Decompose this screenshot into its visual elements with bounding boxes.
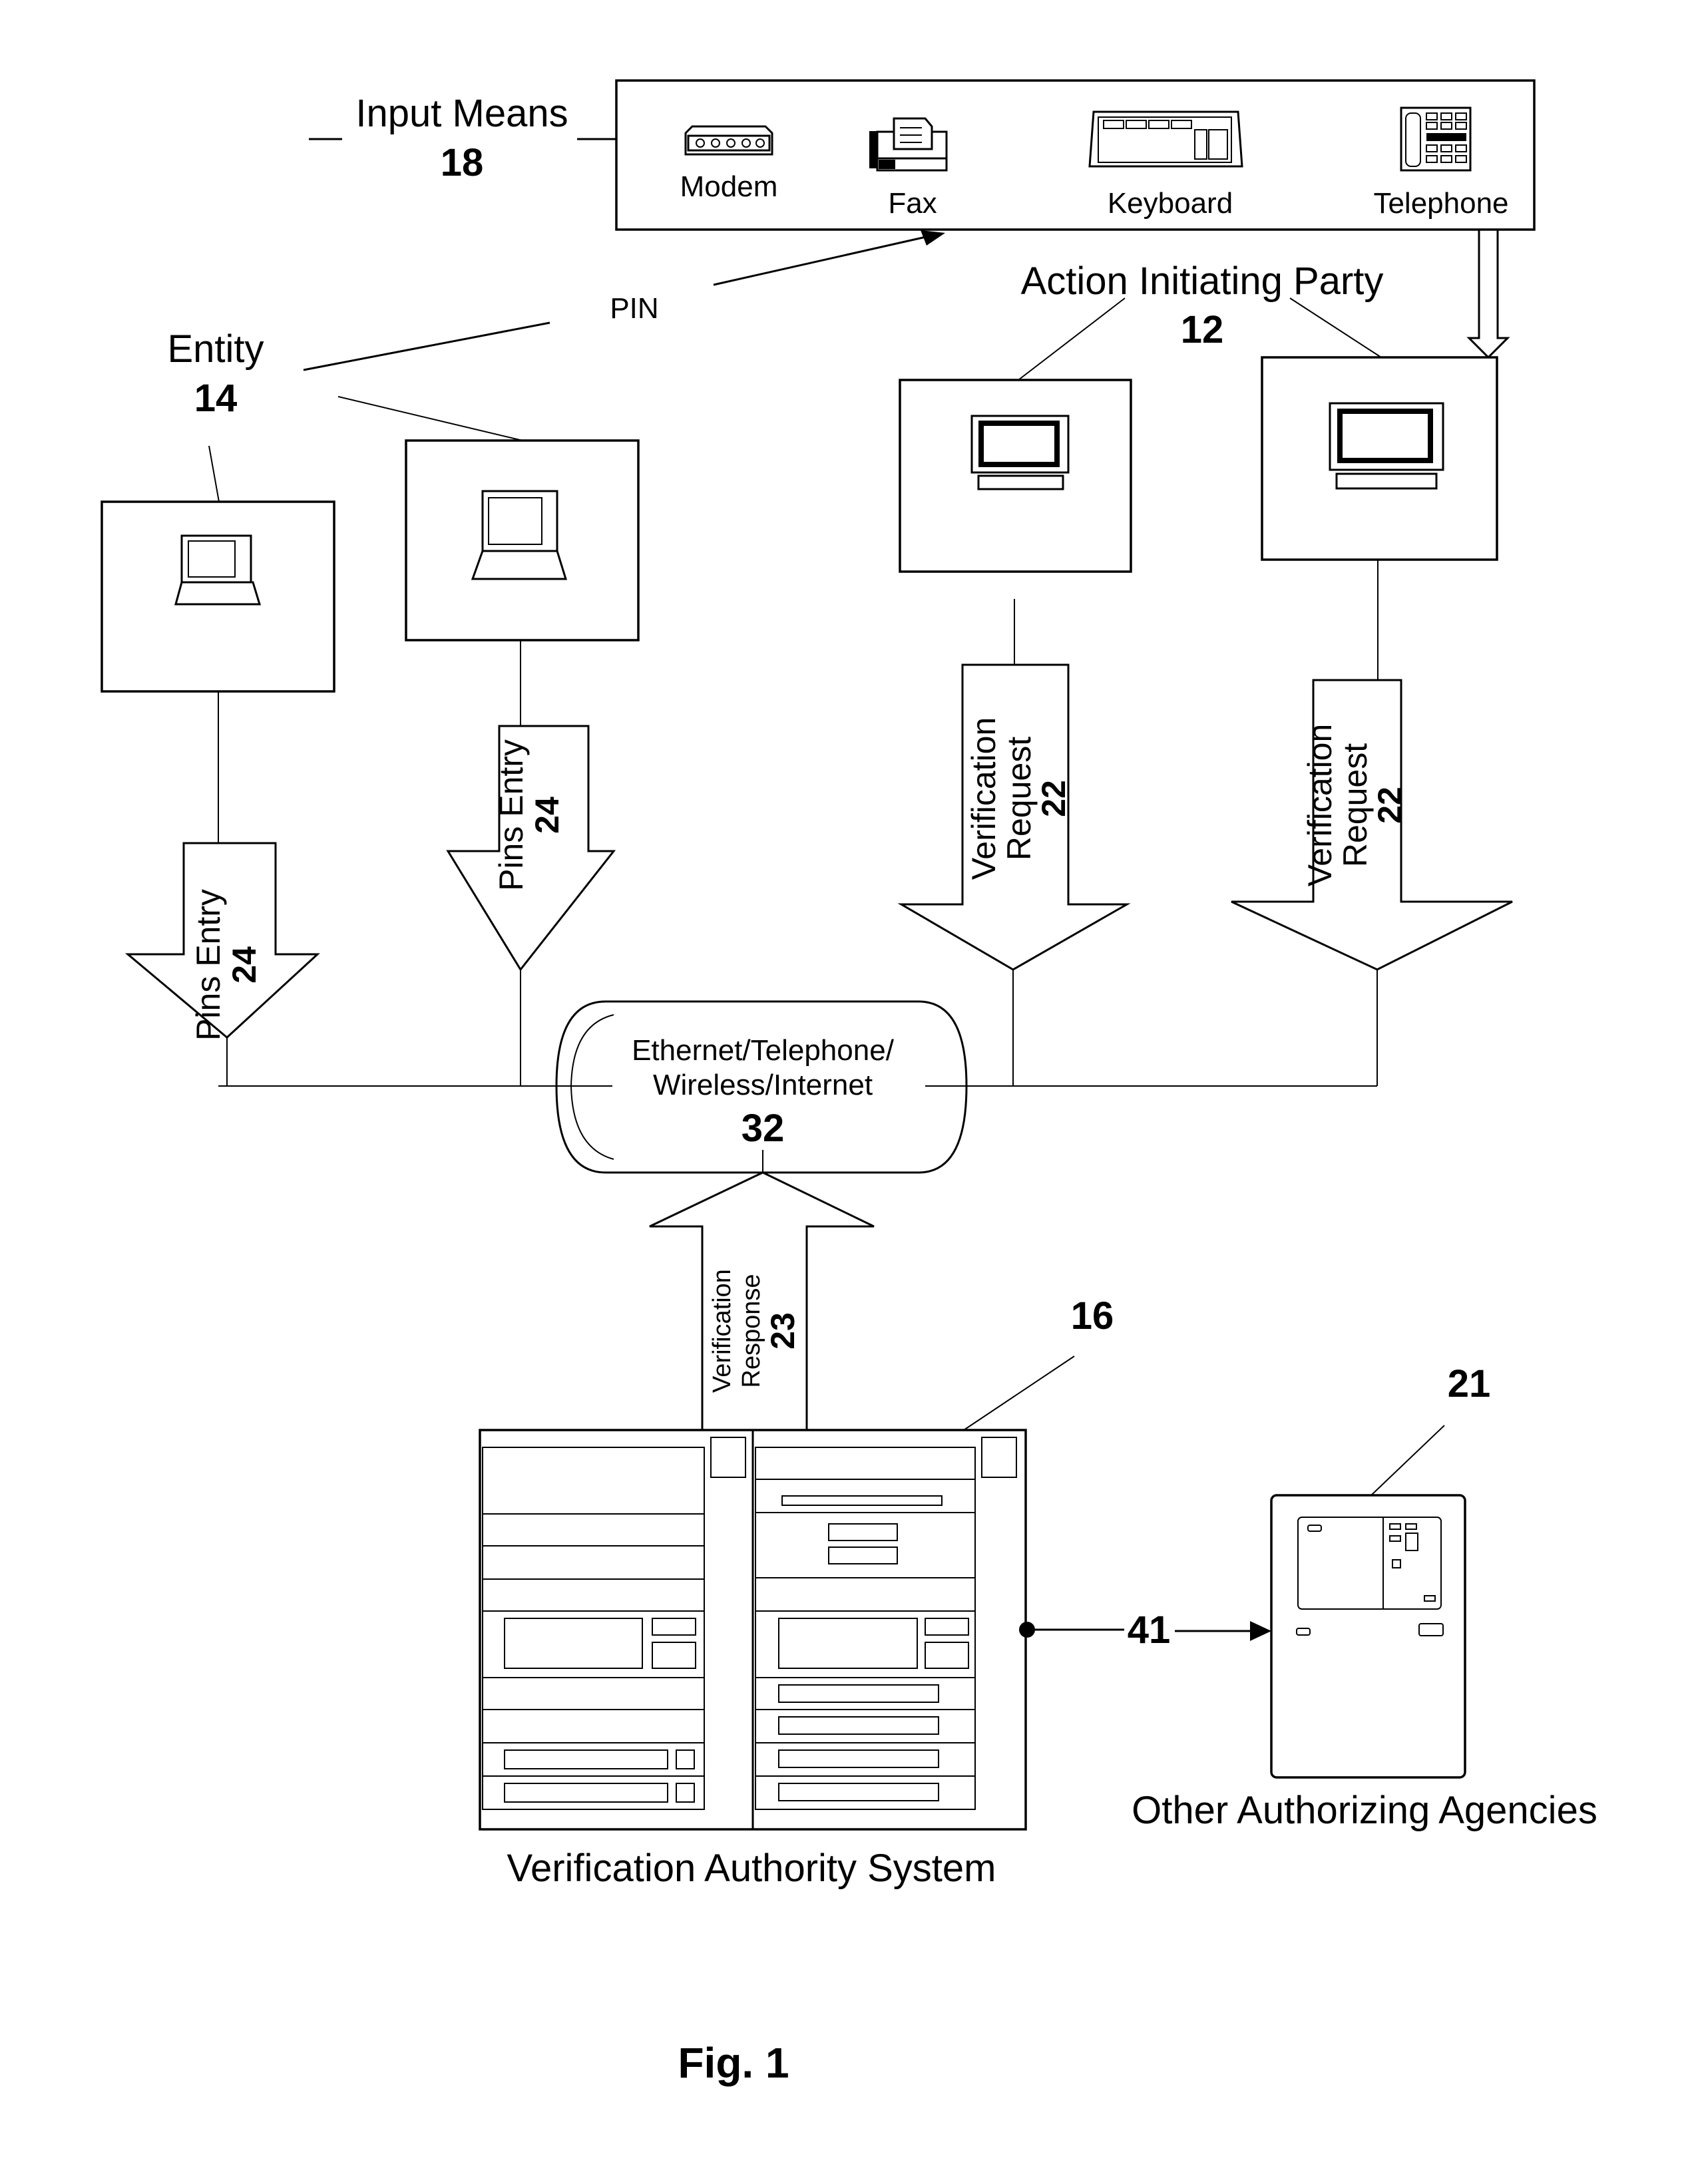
pins-entry-2-label: Pins Entry bbox=[493, 739, 530, 891]
keyboard-label: Keyboard bbox=[1108, 187, 1233, 220]
verification-request-2-ref: 22 bbox=[1371, 787, 1408, 824]
network-cylinder: Ethernet/Telephone/ Wireless/Internet 32 bbox=[555, 1000, 968, 1174]
other-agencies-computer-icon bbox=[1270, 1494, 1466, 1779]
pin-line-right bbox=[713, 234, 933, 286]
input-means-group: Input Means 18 Modem Fax Keyboard Teleph… bbox=[309, 79, 1536, 231]
network-ref: 32 bbox=[741, 1107, 785, 1150]
pin-arrowhead-icon bbox=[921, 230, 945, 246]
verification-authority-label: Verification Authority System bbox=[507, 1847, 996, 1890]
pin-label: PIN bbox=[610, 292, 658, 325]
action-initiating-party-group: Action Initiating Party 12 bbox=[899, 260, 1498, 573]
verification-authority-server-icon bbox=[479, 1429, 1027, 1831]
input-means-ref: 18 bbox=[441, 141, 484, 184]
agency-link: 41 bbox=[1019, 1608, 1271, 1652]
patent-figure: Input Means 18 Modem Fax Keyboard Teleph… bbox=[101, 79, 1597, 2087]
action-initiating-party-label: Action Initiating Party bbox=[1021, 260, 1384, 303]
pins-entry-1-label: Pins Entry bbox=[190, 889, 227, 1041]
verification-response-line2: Response bbox=[738, 1274, 765, 1387]
link-ref: 41 bbox=[1128, 1608, 1171, 1652]
other-agencies-label: Other Authorizing Agencies bbox=[1132, 1789, 1597, 1832]
keyboard-icon bbox=[1088, 110, 1243, 168]
network-line2: Wireless/Internet bbox=[653, 1069, 873, 1101]
pins-entry-1-ref: 24 bbox=[226, 946, 263, 984]
input-to-party-arrow bbox=[1466, 230, 1510, 359]
verification-authority-ref: 16 bbox=[1071, 1294, 1114, 1338]
laptop-icon bbox=[174, 534, 262, 606]
action-initiating-party-ref: 12 bbox=[1181, 308, 1224, 351]
telephone-icon bbox=[1400, 106, 1472, 172]
verification-request-2-line1: Verification bbox=[1301, 724, 1339, 887]
entity-ref: 14 bbox=[194, 377, 238, 420]
verification-request-2-line2: Request bbox=[1337, 743, 1374, 867]
input-means-label: Input Means bbox=[355, 92, 568, 135]
other-agencies-ref: 21 bbox=[1448, 1362, 1491, 1405]
desktop-computer-icon bbox=[970, 415, 1070, 490]
verification-request-1-line2: Request bbox=[1000, 737, 1038, 860]
verification-response-line1: Verification bbox=[708, 1269, 736, 1393]
verification-response-ref: 23 bbox=[764, 1312, 801, 1350]
pins-entry-2-ref: 24 bbox=[529, 797, 566, 834]
modem-icon bbox=[684, 125, 773, 156]
pins-entry-arrow-2 bbox=[446, 725, 616, 972]
fax-label: Fax bbox=[888, 187, 937, 220]
pin-line-left bbox=[303, 321, 550, 371]
verification-request-1-line1: Verification bbox=[965, 717, 1002, 880]
link-arrowhead-icon bbox=[1250, 1621, 1271, 1641]
entity-label: Entity bbox=[167, 327, 264, 371]
telephone-label: Telephone bbox=[1373, 187, 1508, 220]
laptop-icon bbox=[471, 490, 568, 580]
network-line1: Ethernet/Telephone/ bbox=[632, 1034, 895, 1067]
pin-connector: PIN bbox=[303, 230, 945, 371]
desktop-computer-icon bbox=[1329, 402, 1444, 490]
verification-request-1-ref: 22 bbox=[1035, 780, 1072, 817]
modem-label: Modem bbox=[680, 170, 778, 203]
entity-group: Entity 14 bbox=[101, 327, 640, 693]
figure-caption: Fig. 1 bbox=[678, 2039, 789, 2087]
